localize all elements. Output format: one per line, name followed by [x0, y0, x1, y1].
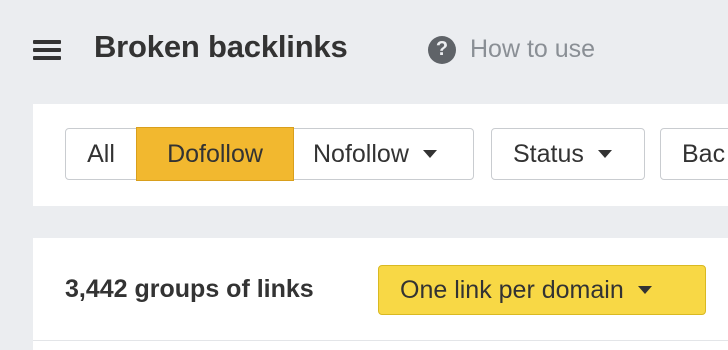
- how-to-use-label: How to use: [470, 35, 596, 63]
- results-panel: 3,442 groups of links One link per domai…: [33, 238, 728, 350]
- grouping-dropdown[interactable]: One link per domain: [378, 265, 706, 315]
- chevron-down-icon: [597, 150, 612, 158]
- chevron-down-icon: [637, 286, 652, 294]
- partial-filter-button[interactable]: Bac: [660, 128, 728, 180]
- filter-all-label: All: [87, 139, 115, 168]
- page-header: Broken backlinks ? How to use: [0, 0, 728, 104]
- filter-nofollow-label: Nofollow: [313, 139, 409, 168]
- status-filter-label: Status: [513, 139, 584, 168]
- filter-panel: All Dofollow Nofollow Status Bac: [33, 104, 728, 206]
- results-count: 3,442 groups of links: [65, 275, 314, 303]
- grouping-label: One link per domain: [400, 275, 624, 304]
- filter-nofollow-dropdown[interactable]: Nofollow: [293, 129, 473, 179]
- question-circle-icon: ?: [428, 35, 456, 64]
- filter-dofollow-button[interactable]: Dofollow: [136, 127, 294, 181]
- how-to-use-link[interactable]: ? How to use: [428, 35, 595, 64]
- hamburger-menu-icon[interactable]: [33, 38, 61, 62]
- filter-dofollow-label: Dofollow: [167, 139, 263, 168]
- partial-filter-label: Bac: [682, 139, 726, 168]
- filter-all-button[interactable]: All: [66, 129, 137, 179]
- link-type-filter: All Dofollow Nofollow: [65, 127, 474, 181]
- page-title: Broken backlinks: [94, 29, 348, 64]
- status-filter-dropdown[interactable]: Status: [491, 128, 645, 180]
- chevron-down-icon: [422, 150, 437, 158]
- divider: [33, 340, 728, 341]
